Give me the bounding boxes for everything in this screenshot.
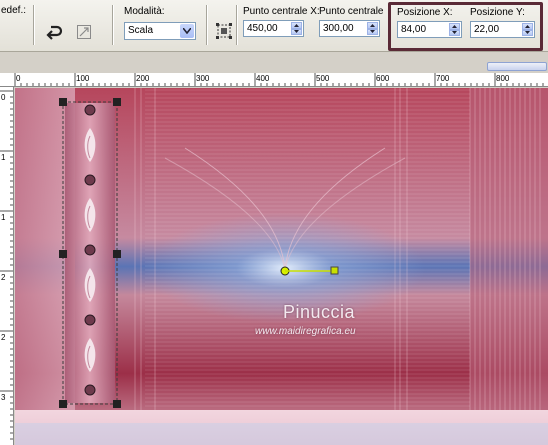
ruler-v-label: 1 xyxy=(1,153,6,162)
ruler-h-label: 300 xyxy=(196,74,210,83)
apply-transform-icon[interactable] xyxy=(212,19,236,43)
ruler-v-label: 1 xyxy=(1,213,6,222)
canvas-artwork xyxy=(15,88,548,445)
position-highlight-box xyxy=(388,2,543,51)
separator xyxy=(236,5,238,45)
undo-arrow-icon[interactable] xyxy=(42,20,66,44)
horizontal-ruler: 0 100 200 300 400 500 600 700 800 xyxy=(0,73,548,87)
vertical-ruler: 0 1 1 2 2 3 xyxy=(0,87,14,445)
ruler-v-label: 3 xyxy=(1,393,6,402)
ruler-h-label: 800 xyxy=(496,74,510,83)
transform-handle[interactable] xyxy=(113,98,121,106)
mode-select[interactable]: Scala xyxy=(124,22,196,40)
spin-down-icon[interactable] xyxy=(291,28,302,35)
transform-handle[interactable] xyxy=(113,400,121,408)
tool-options-bar: edef.: Modalità: Scala Punto centrale X:… xyxy=(0,0,548,52)
ruler-v-label: 2 xyxy=(1,333,6,342)
center-x-value: 450,00 xyxy=(247,23,278,34)
center-y-field[interactable]: 300,00 xyxy=(319,20,380,37)
center-y-label: Punto centrale Y xyxy=(319,6,385,17)
separator xyxy=(112,5,114,45)
separator xyxy=(206,5,208,45)
transform-handle[interactable] xyxy=(59,98,67,106)
horizontal-scrollbar[interactable] xyxy=(487,62,547,71)
transform-handle[interactable] xyxy=(59,400,67,408)
center-x-field[interactable]: 450,00 xyxy=(243,20,304,37)
separator xyxy=(33,5,35,45)
chevron-down-icon[interactable] xyxy=(180,24,194,38)
ruler-v-label: 0 xyxy=(1,93,6,102)
transform-handle[interactable] xyxy=(59,250,67,258)
mode-select-value: Scala xyxy=(128,25,154,36)
ruler-v-label: 2 xyxy=(1,273,6,282)
ruler-h-label: 400 xyxy=(256,74,270,83)
ruler-h-label: 200 xyxy=(136,74,150,83)
ruler-h-label: 100 xyxy=(76,74,90,83)
mode-label: Modalità: xyxy=(124,6,165,17)
image-canvas[interactable]: Pinuccia www.maidiregrafica.eu xyxy=(15,88,548,445)
pick-tool-icon[interactable] xyxy=(72,20,96,44)
ruler-h-label: 0 xyxy=(16,74,21,83)
center-y-value: 300,00 xyxy=(323,23,354,34)
ruler-h-label: 600 xyxy=(376,74,390,83)
transform-handle[interactable] xyxy=(113,250,121,258)
preset-label: edef.: xyxy=(1,5,27,16)
center-x-label: Punto centrale X: xyxy=(243,6,320,17)
ruler-h-label: 700 xyxy=(436,74,450,83)
spin-down-icon[interactable] xyxy=(367,28,378,35)
ruler-h-label: 500 xyxy=(316,74,330,83)
